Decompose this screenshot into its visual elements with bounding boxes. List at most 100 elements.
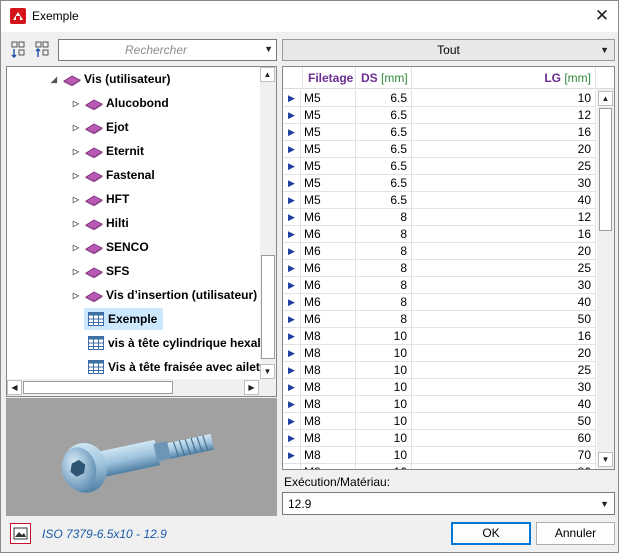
table-row[interactable]: ▶ M5 6.5 25 [283, 158, 596, 175]
tree-vertical-scrollbar[interactable]: ▲ ▼ [260, 67, 276, 379]
table-row[interactable]: ▶ M6 8 40 [283, 294, 596, 311]
tree-node[interactable]: vis à tête cylindrique hexalobulaire [84, 332, 276, 354]
tree-node[interactable]: ▷ Eternit [70, 140, 144, 162]
table-row[interactable]: ▶ M6 8 20 [283, 243, 596, 260]
row-selector-icon[interactable]: ▶ [283, 464, 301, 469]
column-header-lg[interactable]: LG [mm] [412, 67, 596, 89]
row-selector-icon[interactable]: ▶ [283, 243, 301, 260]
table-row[interactable]: ▶ M8 10 50 [283, 413, 596, 430]
close-icon[interactable]: ✕ [592, 6, 612, 26]
table-row[interactable]: ▶ M5 6.5 20 [283, 141, 596, 158]
scroll-right-icon[interactable]: ▶ [244, 380, 259, 395]
table-row[interactable]: ▶ M8 10 60 [283, 430, 596, 447]
tree-horizontal-scrollbar[interactable]: ◀ ▶ [7, 379, 260, 396]
tree-node[interactable]: ▷ SFS [70, 260, 129, 282]
row-selector-icon[interactable]: ▶ [283, 124, 301, 141]
row-selector-icon[interactable]: ▶ [283, 90, 301, 107]
row-selector-icon[interactable]: ▶ [283, 396, 301, 413]
table-row[interactable]: ▶ M6 8 16 [283, 226, 596, 243]
expand-icon[interactable]: ▷ [70, 123, 82, 132]
search-dropdown-icon[interactable]: ▼ [264, 44, 273, 54]
ok-button[interactable]: OK [451, 522, 531, 545]
row-selector-icon[interactable]: ▶ [283, 430, 301, 447]
cancel-button[interactable]: Annuler [536, 522, 615, 545]
sort-ascending-icon[interactable] [10, 40, 30, 60]
scroll-down-icon[interactable]: ▼ [260, 364, 275, 379]
scroll-up-icon[interactable]: ▲ [598, 91, 613, 106]
search-box[interactable]: ▼ [58, 39, 277, 61]
scroll-down-icon[interactable]: ▼ [598, 452, 613, 467]
table-row[interactable]: ▶ M8 10 30 [283, 379, 596, 396]
expand-icon[interactable]: ▷ [70, 291, 82, 300]
tree-node[interactable]: Exemple [84, 308, 164, 330]
catalog-tree[interactable]: ◢ Vis (utilisateur) ▷ Alucobond ▷ Ejot ▷ Eter… [6, 66, 277, 397]
table-row[interactable]: ▶ M8 10 70 [283, 447, 596, 464]
row-selector-icon[interactable]: ▶ [283, 175, 301, 192]
expand-icon[interactable]: ▷ [70, 219, 82, 228]
row-selector-icon[interactable]: ▶ [283, 311, 301, 328]
table-row[interactable]: ▶ M6 8 30 [283, 277, 596, 294]
table-row[interactable]: ▶ M6 8 12 [283, 209, 596, 226]
row-selector-icon[interactable]: ▶ [283, 141, 301, 158]
table-cell: 60 [412, 430, 596, 447]
table-row[interactable]: ▶ M8 10 25 [283, 362, 596, 379]
row-selector-icon[interactable]: ▶ [283, 209, 301, 226]
table-row[interactable]: ▶ M8 10 40 [283, 396, 596, 413]
table-row[interactable]: ▶ M5 6.5 12 [283, 107, 596, 124]
scroll-left-icon[interactable]: ◀ [7, 380, 22, 395]
table-row[interactable]: ▶ M8 10 16 [283, 328, 596, 345]
row-selector-icon[interactable]: ▶ [283, 260, 301, 277]
table-row[interactable]: ▶ M8 10 20 [283, 345, 596, 362]
expand-icon[interactable]: ▷ [70, 147, 82, 156]
table-row[interactable]: ▶ M6 8 25 [283, 260, 596, 277]
row-selector-icon[interactable]: ▶ [283, 107, 301, 124]
table-row[interactable]: ▶M81080 [283, 464, 596, 469]
table-row[interactable]: ▶ M5 6.5 16 [283, 124, 596, 141]
tree-node[interactable]: ▷ Hilti [70, 212, 129, 234]
row-selector-icon[interactable]: ▶ [283, 158, 301, 175]
column-header-filetage[interactable]: Filetage [303, 67, 356, 89]
row-selector-icon[interactable]: ▶ [283, 277, 301, 294]
row-selector-icon[interactable]: ▶ [283, 413, 301, 430]
table-cell: 8 [356, 294, 412, 311]
tree-node[interactable]: ▷ HFT [70, 188, 129, 210]
picture-icon[interactable] [10, 523, 31, 544]
table-row[interactable]: ▶ M5 6.5 40 [283, 192, 596, 209]
expand-icon[interactable]: ▷ [70, 99, 82, 108]
scroll-thumb[interactable] [599, 108, 612, 231]
table-row[interactable]: ▶ M6 8 50 [283, 311, 596, 328]
tree-node[interactable]: ▷ Fastenal [70, 164, 155, 186]
table-cell: M8 [301, 464, 356, 469]
scroll-thumb[interactable] [261, 255, 275, 359]
scroll-up-icon[interactable]: ▲ [260, 67, 275, 82]
data-table[interactable]: Filetage DS [mm] LG [mm] ▶ M5 6.5 10 ▶ M5 6.5 1… [282, 66, 615, 470]
row-selector-icon[interactable]: ▶ [283, 362, 301, 379]
row-selector-icon[interactable]: ▶ [283, 345, 301, 362]
tree-node[interactable]: ▷ SENCO [70, 236, 149, 258]
collapse-icon[interactable]: ◢ [48, 75, 60, 84]
search-input[interactable] [61, 42, 251, 58]
execution-dropdown[interactable]: 12.9 ▼ [282, 492, 615, 515]
row-selector-icon[interactable]: ▶ [283, 294, 301, 311]
expand-icon[interactable]: ▷ [70, 195, 82, 204]
tree-node[interactable]: ▷ Alucobond [70, 92, 169, 114]
tree-node[interactable]: ▷ Vis d’insertion (utilisateur) [70, 284, 257, 306]
expand-icon[interactable]: ▷ [70, 243, 82, 252]
table-row[interactable]: ▶ M5 6.5 10 [283, 90, 596, 107]
tree-node[interactable]: Vis à tête fraisée avec ailettes [84, 356, 276, 378]
column-header-ds[interactable]: DS [mm] [356, 67, 412, 89]
row-selector-icon[interactable]: ▶ [283, 192, 301, 209]
expand-icon[interactable]: ▷ [70, 171, 82, 180]
table-row[interactable]: ▶ M5 6.5 30 [283, 175, 596, 192]
row-selector-icon[interactable]: ▶ [283, 379, 301, 396]
expand-icon[interactable]: ▷ [70, 267, 82, 276]
row-selector-icon[interactable]: ▶ [283, 328, 301, 345]
scroll-thumb[interactable] [23, 381, 173, 394]
filter-dropdown[interactable]: Tout ▼ [282, 39, 615, 61]
row-selector-icon[interactable]: ▶ [283, 226, 301, 243]
row-selector-icon[interactable]: ▶ [283, 447, 301, 464]
tree-node[interactable]: ▷ Ejot [70, 116, 129, 138]
sort-descending-icon[interactable] [34, 40, 54, 60]
tree-node-parent[interactable]: ◢ Vis (utilisateur) [48, 68, 170, 90]
table-vertical-scrollbar[interactable]: ▲ ▼ [597, 89, 614, 469]
